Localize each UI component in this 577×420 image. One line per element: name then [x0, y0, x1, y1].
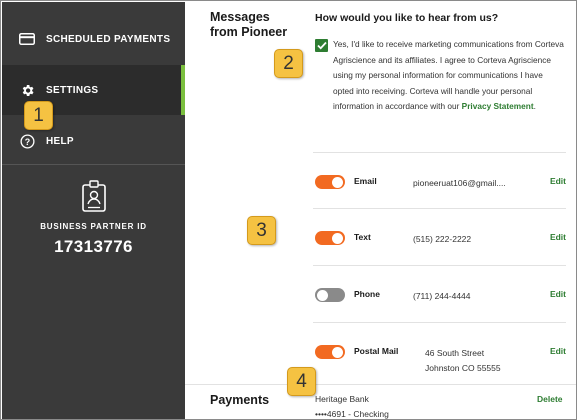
- edit-text-link[interactable]: Edit: [550, 232, 566, 242]
- id-badge-icon: [79, 180, 109, 212]
- divider: [313, 265, 566, 266]
- pref-row-postal-mail: Postal Mail 46 South Street Johnston CO …: [313, 337, 568, 377]
- sidebar-divider: [2, 164, 185, 165]
- privacy-statement-link[interactable]: Privacy Statement: [462, 101, 534, 111]
- pref-row-phone: Phone (711) 244-4444 Edit: [313, 280, 568, 310]
- sidebar: SCHEDULED PAYMENTS SETTINGS ? HELP BUSIN…: [2, 2, 185, 419]
- divider: [313, 152, 566, 153]
- sidebar-item-label: SCHEDULED PAYMENTS: [46, 33, 171, 45]
- section-title-line: from Pioneer: [210, 25, 288, 39]
- check-icon: [316, 41, 327, 50]
- pref-name: Email: [354, 176, 377, 186]
- business-partner-label: BUSINESS PARTNER ID: [40, 222, 147, 231]
- pref-row-text: Text (515) 222-2222 Edit: [313, 223, 568, 253]
- bank-name: Heritage Bank: [315, 394, 369, 404]
- pref-row-email: Email pioneeruat106@gmail.... Edit: [313, 167, 568, 197]
- delete-payment-link[interactable]: Delete: [537, 394, 563, 404]
- text-toggle[interactable]: [315, 231, 345, 245]
- postal-mail-toggle[interactable]: [315, 345, 345, 359]
- pref-value: (711) 244-4444: [413, 291, 471, 301]
- callout-badge: 4: [287, 367, 316, 396]
- pref-value: (515) 222-2222: [413, 234, 472, 244]
- pref-value: 46 South Street Johnston CO 55555: [425, 346, 501, 376]
- address-line-2: Johnston CO 55555: [425, 363, 501, 373]
- edit-email-link[interactable]: Edit: [550, 176, 566, 186]
- svg-text:?: ?: [24, 136, 29, 146]
- business-partner-id: 17313776: [54, 237, 133, 256]
- consent-checkbox[interactable]: [315, 39, 328, 52]
- toggle-knob: [332, 346, 343, 358]
- settings-screen: SCHEDULED PAYMENTS SETTINGS ? HELP BUSIN…: [0, 0, 577, 420]
- callout-badge: 2: [274, 49, 303, 78]
- callout-badge: 3: [247, 216, 276, 245]
- bank-account: ••••4691 - Checking: [315, 409, 389, 419]
- pref-name: Text: [354, 232, 371, 242]
- payments-section-title: Payments: [210, 393, 270, 407]
- gear-icon: [18, 81, 36, 99]
- email-toggle[interactable]: [315, 175, 345, 189]
- callout-badge: 1: [24, 101, 53, 130]
- section-divider: [185, 384, 576, 385]
- sidebar-item-label: HELP: [46, 135, 74, 147]
- business-partner-block: BUSINESS PARTNER ID 17313776: [2, 180, 185, 257]
- pref-name: Postal Mail: [354, 346, 399, 356]
- question-circle-icon: ?: [18, 132, 36, 150]
- phone-toggle[interactable]: [315, 288, 345, 302]
- section-title-line: Messages: [210, 10, 270, 24]
- consent-text: Yes, I'd like to receive marketing commu…: [333, 37, 565, 115]
- pref-name: Phone: [354, 289, 380, 299]
- pref-value: pioneeruat106@gmail....: [413, 178, 506, 188]
- toggle-knob: [332, 232, 343, 244]
- divider: [313, 322, 566, 323]
- sidebar-item-label: SETTINGS: [46, 84, 99, 96]
- edit-postal-mail-link[interactable]: Edit: [550, 346, 566, 356]
- sidebar-item-scheduled-payments[interactable]: SCHEDULED PAYMENTS: [2, 14, 185, 64]
- address-line-1: 46 South Street: [425, 348, 485, 358]
- consent-tail: .: [533, 101, 536, 111]
- main-content: Messages from Pioneer How would you like…: [185, 2, 576, 419]
- messages-section-title: Messages from Pioneer: [210, 10, 287, 40]
- toggle-knob: [317, 289, 328, 301]
- edit-phone-link[interactable]: Edit: [550, 289, 566, 299]
- toggle-knob: [332, 176, 343, 188]
- divider: [313, 208, 566, 209]
- credit-card-icon: [18, 30, 36, 48]
- communication-question: How would you like to hear from us?: [315, 12, 499, 24]
